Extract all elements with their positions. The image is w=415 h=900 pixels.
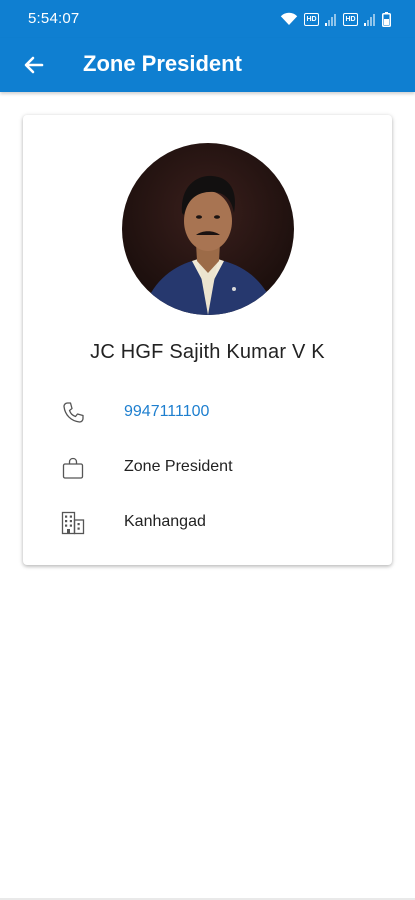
phone-link[interactable]: 9947111100	[124, 403, 209, 421]
status-time: 5:54:07	[28, 10, 80, 27]
profile-card: JC HGF Sajith Kumar V K 9947111100 Zone …	[23, 115, 392, 565]
app-bar: Zone President	[0, 38, 415, 92]
page-title: Zone President	[83, 51, 242, 76]
battery-icon	[382, 11, 391, 27]
designation-row: Zone President	[23, 449, 392, 485]
designation-text: Zone President	[124, 458, 233, 475]
avatar	[122, 143, 294, 315]
location-text: Kanhangad	[124, 513, 206, 530]
hd-icon: HD	[343, 12, 358, 26]
signal-icon	[325, 13, 336, 26]
status-icons: HD HD	[280, 10, 391, 28]
back-button[interactable]	[18, 49, 50, 81]
arrow-left-icon	[24, 56, 44, 74]
status-bar: 5:54:07 HD HD	[0, 0, 415, 38]
signal-icon	[364, 13, 375, 26]
location-row: Kanhangad	[23, 504, 392, 540]
bag-icon	[62, 457, 84, 479]
wifi-icon	[280, 12, 298, 25]
profile-name: JC HGF Sajith Kumar V K	[90, 341, 325, 363]
building-icon	[61, 511, 85, 535]
phone-row[interactable]: 9947111100	[23, 394, 392, 430]
phone-icon	[63, 402, 84, 423]
hd-icon: HD	[304, 12, 319, 26]
profile-photo	[122, 143, 294, 315]
